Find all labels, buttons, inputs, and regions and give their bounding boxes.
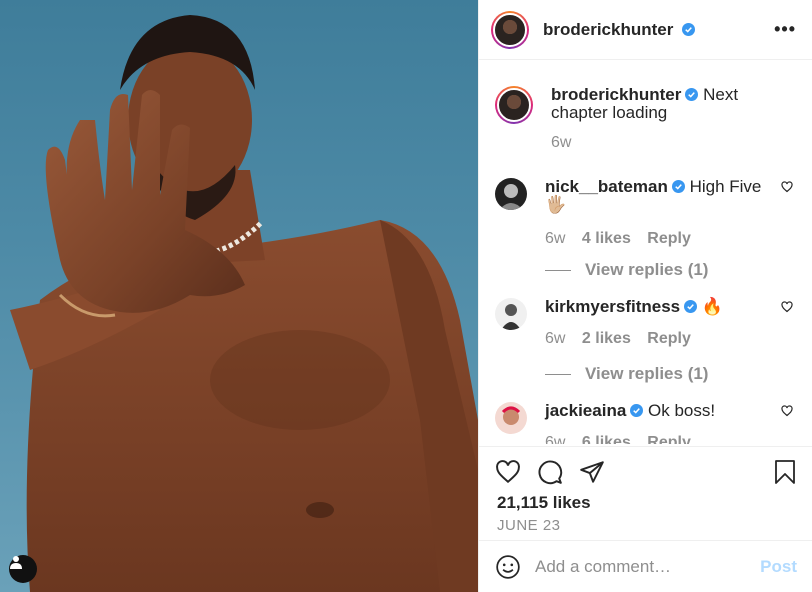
comment-text: nick__bateman High Five 🖐🏼 6w 4 likes Re…: [545, 178, 785, 248]
author-username[interactable]: broderickhunter: [543, 20, 696, 40]
add-comment-bar: Post: [479, 540, 812, 592]
post-image: [10, 15, 478, 592]
comment-text: kirkmyersfitness 🔥 6w 2 likes Reply: [545, 298, 785, 348]
comment-like-heart-icon[interactable]: [781, 181, 793, 193]
post-actions: 21,115 likes JUNE 23: [479, 446, 812, 538]
verified-badge-icon: [671, 180, 685, 193]
view-replies-button[interactable]: View replies (1): [545, 260, 708, 280]
comment-time[interactable]: 6w: [545, 434, 565, 444]
commenter-avatar[interactable]: [495, 178, 527, 210]
commenter-avatar[interactable]: [495, 402, 527, 434]
view-replies-label: View replies (1): [585, 260, 709, 279]
post-date[interactable]: JUNE 23: [479, 513, 812, 538]
comment-likes[interactable]: 2 likes: [582, 330, 631, 347]
reply-button[interactable]: Reply: [647, 434, 691, 444]
caption-meta: 6w: [551, 134, 791, 152]
caption-time[interactable]: 6w: [551, 134, 571, 151]
replies-divider: [545, 373, 571, 375]
post-header: broderickhunter •••: [479, 0, 812, 60]
author-username-text[interactable]: broderickhunter: [543, 20, 673, 39]
user-tag-icon: [10, 556, 22, 569]
more-options-button[interactable]: •••: [774, 19, 796, 40]
comment-likes[interactable]: 4 likes: [582, 230, 631, 247]
comment-meta: 6w 4 likes Reply: [545, 230, 785, 248]
commenter-username[interactable]: nick__bateman: [545, 177, 668, 196]
caption-avatar[interactable]: [495, 86, 533, 124]
verified-badge-icon: [630, 404, 644, 417]
commenter-avatar[interactable]: [495, 298, 527, 330]
verified-badge-icon: [682, 22, 696, 36]
caption-row: broderickhunter Next chapter loading 6w: [495, 86, 805, 152]
verified-badge-icon: [685, 88, 699, 101]
heart-icon[interactable]: [495, 459, 521, 485]
commenter-username[interactable]: jackieaina: [545, 401, 626, 420]
comment-time[interactable]: 6w: [545, 330, 565, 347]
verified-badge-icon: [684, 300, 698, 313]
author-avatar[interactable]: [491, 10, 529, 49]
comment-row: kirkmyersfitness 🔥 6w 2 likes Reply: [495, 298, 805, 348]
commenter-username[interactable]: kirkmyersfitness: [545, 297, 680, 316]
post-comment-button[interactable]: Post: [760, 557, 797, 577]
comment-input[interactable]: [535, 556, 761, 577]
comment-row: jackieaina Ok boss! 6w 6 likes Reply: [495, 402, 805, 444]
comment-meta: 6w 6 likes Reply: [545, 434, 785, 444]
comment-like-heart-icon[interactable]: [781, 405, 793, 417]
comment-icon[interactable]: [537, 459, 563, 485]
view-replies-button[interactable]: View replies (1): [545, 364, 708, 384]
comment-meta: 6w 2 likes Reply: [545, 330, 785, 348]
emoji-icon[interactable]: [495, 554, 521, 580]
comment-row: nick__bateman High Five 🖐🏼 6w 4 likes Re…: [495, 178, 805, 248]
comment-likes[interactable]: 6 likes: [582, 434, 631, 444]
post-photo[interactable]: [0, 0, 478, 592]
comment-like-heart-icon[interactable]: [781, 301, 793, 313]
comments-list[interactable]: broderickhunter Next chapter loading 6w …: [479, 70, 812, 444]
post-side-panel: broderickhunter ••• broderickhunter Next…: [478, 0, 812, 592]
bookmark-icon[interactable]: [773, 459, 797, 485]
reply-button[interactable]: Reply: [647, 330, 691, 347]
view-replies-label: View replies (1): [585, 364, 709, 383]
comment-time[interactable]: 6w: [545, 230, 565, 247]
reply-button[interactable]: Reply: [647, 230, 691, 247]
share-icon[interactable]: [579, 459, 605, 485]
comment-body: 🔥: [701, 297, 724, 316]
replies-divider: [545, 269, 571, 271]
comment-text: jackieaina Ok boss! 6w 6 likes Reply: [545, 401, 785, 445]
user-tag-button[interactable]: [9, 555, 37, 583]
caption-username[interactable]: broderickhunter: [551, 85, 681, 104]
caption-text: broderickhunter Next chapter loading 6w: [551, 86, 791, 152]
action-icons: [479, 447, 812, 485]
likes-count[interactable]: 21,115 likes: [479, 485, 812, 513]
comment-body: Ok boss!: [648, 401, 716, 420]
